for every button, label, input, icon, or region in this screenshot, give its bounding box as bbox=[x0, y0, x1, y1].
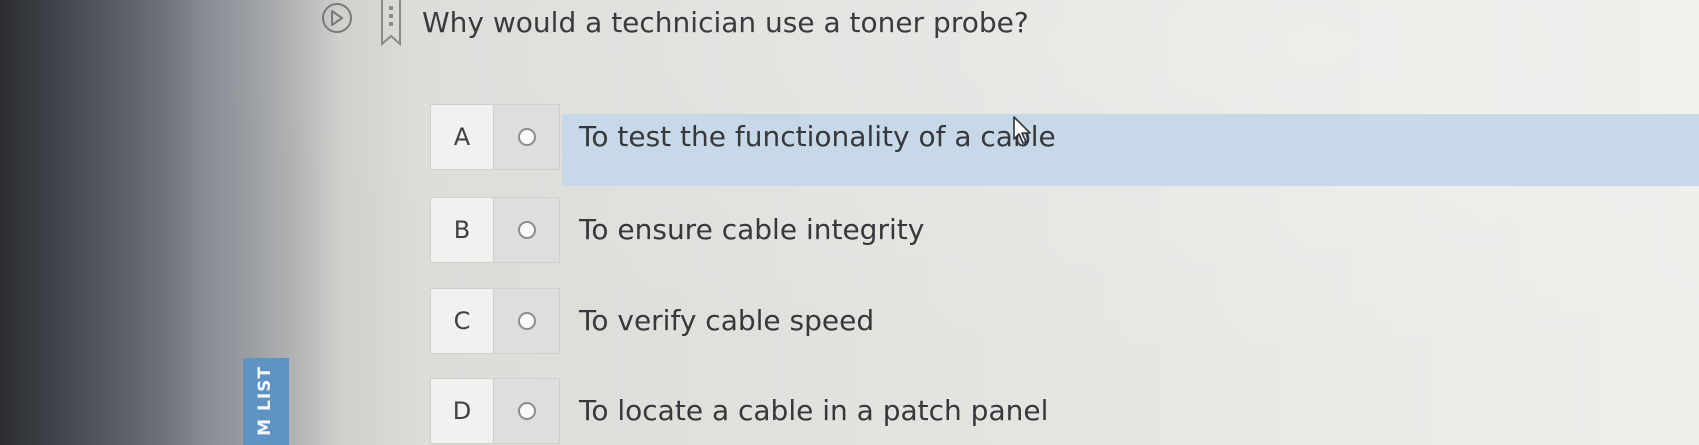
item-list-tab-label: M LIST bbox=[255, 366, 275, 436]
option-text: To ensure cable integrity bbox=[579, 213, 925, 246]
option-letter: A bbox=[430, 104, 494, 170]
radio-button[interactable] bbox=[494, 104, 560, 170]
radio-circle-icon bbox=[517, 221, 536, 239]
play-circle-icon[interactable] bbox=[322, 3, 352, 33]
radio-button[interactable] bbox=[494, 288, 560, 354]
radio-circle-icon bbox=[517, 128, 536, 146]
radio-button[interactable] bbox=[494, 378, 560, 444]
answer-option-c[interactable]: C To verify cable speed bbox=[422, 288, 1699, 354]
option-letter: D bbox=[430, 378, 494, 444]
option-text: To locate a cable in a patch panel bbox=[579, 394, 1049, 427]
radio-circle-icon bbox=[517, 402, 536, 420]
answer-option-a[interactable]: A To test the functionality of a cable bbox=[422, 104, 1699, 186]
bookmark-icon[interactable] bbox=[380, 0, 402, 47]
option-letter: B bbox=[430, 197, 494, 263]
item-list-tab[interactable]: M LIST bbox=[243, 358, 289, 445]
mouse-pointer-icon bbox=[1012, 115, 1034, 151]
question-text: Why would a technician use a toner probe… bbox=[422, 6, 1029, 39]
radio-circle-icon bbox=[517, 312, 536, 330]
option-letter: C bbox=[430, 288, 494, 354]
option-text: To verify cable speed bbox=[579, 304, 875, 337]
radio-button[interactable] bbox=[494, 197, 560, 263]
option-text: To test the functionality of a cable bbox=[579, 120, 1056, 153]
answer-option-b[interactable]: B To ensure cable integrity bbox=[422, 197, 1699, 263]
answer-option-d[interactable]: D To locate a cable in a patch panel bbox=[422, 378, 1699, 444]
